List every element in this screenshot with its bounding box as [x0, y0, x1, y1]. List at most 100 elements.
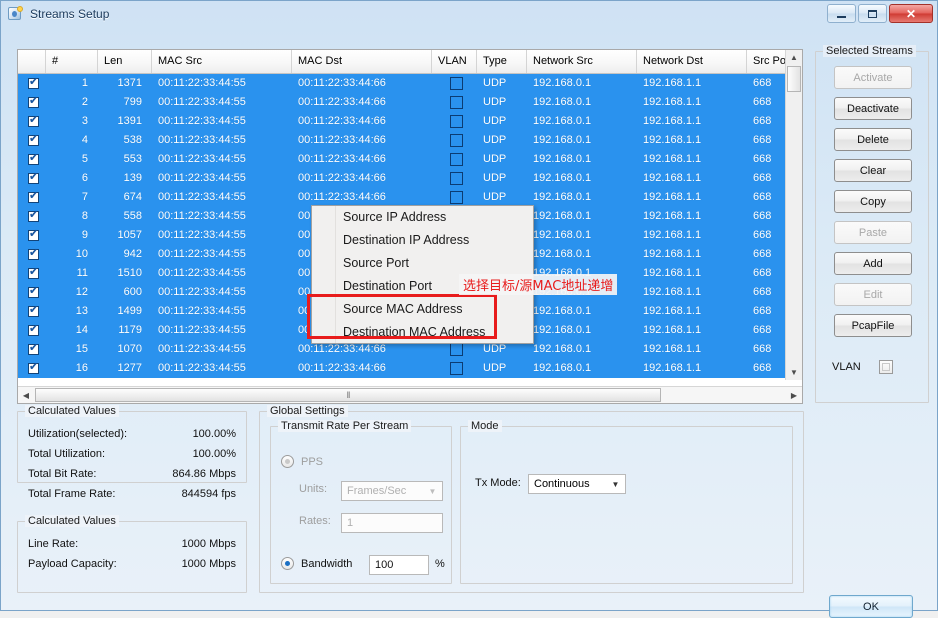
- row-checkbox[interactable]: [28, 75, 39, 89]
- context-menu-item[interactable]: Destination MAC Address: [312, 321, 533, 344]
- chevron-down-icon[interactable]: ▼: [607, 476, 624, 492]
- row-length: 1277: [117, 362, 142, 374]
- sidebar-button-pcapfile[interactable]: PcapFile: [834, 314, 912, 337]
- row-checkbox[interactable]: [28, 113, 39, 127]
- units-combobox[interactable]: Frames/Sec ▼: [341, 481, 443, 501]
- row-vlan-checkbox[interactable]: [450, 152, 463, 166]
- row-checkbox-cell: [18, 93, 46, 112]
- row-length: 1179: [118, 324, 142, 336]
- row-network-dst: 192.168.1.1: [643, 362, 702, 374]
- row-network-dst: 192.168.1.1: [643, 229, 702, 241]
- column-header-type[interactable]: Type: [477, 50, 527, 73]
- row-network-src: 192.168.0.1: [533, 134, 592, 146]
- rates-input[interactable]: 1: [341, 513, 443, 533]
- metric-label: Total Bit Rate:: [28, 468, 97, 480]
- row-checkbox[interactable]: [28, 284, 39, 298]
- column-header-check[interactable]: [18, 50, 46, 73]
- sidebar-vlan-label: VLAN: [832, 361, 861, 373]
- horizontal-scrollbar[interactable]: ◀ ‖ ▶: [18, 386, 802, 403]
- row-vlan-checkbox[interactable]: [450, 361, 463, 375]
- row-vlan-checkbox[interactable]: [450, 95, 463, 109]
- metric-label: Payload Capacity:: [28, 558, 117, 570]
- table-row[interactable]: 16 1277 00:11:22:33:44:55 00:11:22:33:44:66…: [18, 359, 802, 378]
- row-checkbox[interactable]: [28, 360, 39, 374]
- tx-mode-label-row: Tx Mode:: [475, 477, 521, 489]
- vertical-scroll-thumb[interactable]: [787, 66, 801, 92]
- sidebar-button-deactivate[interactable]: Deactivate: [834, 97, 912, 120]
- row-vlan-checkbox[interactable]: [450, 114, 463, 128]
- tx-mode-value: Continuous: [534, 478, 590, 490]
- row-checkbox[interactable]: [28, 208, 39, 222]
- chevron-down-icon[interactable]: ▼: [424, 483, 441, 499]
- column-header-network-src[interactable]: Network Src: [527, 50, 637, 73]
- column-header-vlan[interactable]: VLAN: [432, 50, 477, 73]
- row-vlan-checkbox[interactable]: [450, 171, 463, 185]
- row-vlan-checkbox[interactable]: [450, 76, 463, 90]
- row-checkbox[interactable]: [28, 322, 39, 336]
- table-row[interactable]: 4 538 00:11:22:33:44:55 00:11:22:33:44:66 UD…: [18, 131, 802, 150]
- row-mac-src: 00:11:22:33:44:55: [158, 96, 246, 108]
- context-menu-item[interactable]: Source IP Address: [312, 206, 533, 229]
- row-checkbox[interactable]: [28, 227, 39, 241]
- scroll-right-icon[interactable]: ▶: [786, 387, 802, 403]
- sidebar-button-copy[interactable]: Copy: [834, 190, 912, 213]
- row-checkbox[interactable]: [28, 189, 39, 203]
- context-menu-item[interactable]: Source Port: [312, 252, 533, 275]
- tx-mode-label: Tx Mode:: [475, 477, 521, 489]
- pps-radio[interactable]: [281, 455, 294, 468]
- scroll-left-icon[interactable]: ◀: [18, 387, 34, 403]
- maximize-button[interactable]: [858, 4, 887, 23]
- vertical-scrollbar[interactable]: ▲ ▼: [785, 50, 802, 380]
- bandwidth-input[interactable]: 100: [369, 555, 429, 575]
- table-row[interactable]: 6 139 00:11:22:33:44:55 00:11:22:33:44:66 UD…: [18, 169, 802, 188]
- sidebar-button-clear[interactable]: Clear: [834, 159, 912, 182]
- pps-radio-row[interactable]: PPS: [281, 455, 323, 468]
- ok-button[interactable]: OK: [829, 595, 913, 618]
- row-checkbox[interactable]: [28, 170, 39, 184]
- selected-streams-group: Selected Streams Activate Deactivate Delet…: [815, 45, 929, 403]
- table-row[interactable]: 5 553 00:11:22:33:44:55 00:11:22:33:44:66 UD…: [18, 150, 802, 169]
- row-checkbox[interactable]: [28, 94, 39, 108]
- close-button[interactable]: ✕: [889, 4, 933, 23]
- row-network-src: 192.168.0.1: [533, 324, 592, 336]
- row-checkbox[interactable]: [28, 341, 39, 355]
- column-header-len[interactable]: Len: [98, 50, 152, 73]
- column-header-mac-src[interactable]: MAC Src: [152, 50, 292, 73]
- scroll-up-icon[interactable]: ▲: [786, 50, 802, 65]
- tx-mode-combobox[interactable]: Continuous ▼: [528, 474, 626, 494]
- bandwidth-radio[interactable]: [281, 557, 294, 570]
- row-checkbox[interactable]: [28, 303, 39, 317]
- sidebar-vlan-row[interactable]: VLAN: [832, 358, 922, 376]
- column-header-network-dst[interactable]: Network Dst: [637, 50, 747, 73]
- rates-value: 1: [347, 517, 354, 529]
- row-index: 8: [81, 210, 88, 222]
- row-checkbox-cell: [18, 207, 46, 226]
- context-menu-item[interactable]: Source MAC Address: [312, 298, 533, 321]
- table-row[interactable]: 2 799 00:11:22:33:44:55 00:11:22:33:44:66 UD…: [18, 93, 802, 112]
- horizontal-scroll-thumb[interactable]: ‖: [35, 388, 661, 402]
- row-checkbox[interactable]: [28, 246, 39, 260]
- table-row[interactable]: 3 1391 00:11:22:33:44:55 00:11:22:33:44:66 U…: [18, 112, 802, 131]
- mode-legend: Mode: [468, 420, 502, 432]
- bandwidth-radio-row[interactable]: Bandwidth: [281, 557, 352, 570]
- column-header-mac-dst[interactable]: MAC Dst: [292, 50, 432, 73]
- table-header-row: # Len MAC Src MAC Dst VLAN Type Network Src Net…: [18, 50, 802, 74]
- row-network-src: 192.168.0.1: [533, 305, 592, 317]
- row-vlan-checkbox[interactable]: [450, 342, 463, 356]
- row-vlan-checkbox[interactable]: [450, 190, 463, 204]
- scroll-down-icon[interactable]: ▼: [786, 365, 802, 380]
- row-checkbox[interactable]: [28, 132, 39, 146]
- sidebar-vlan-checkbox[interactable]: [878, 360, 893, 374]
- metric-label: Total Utilization:: [28, 448, 106, 460]
- row-checkbox[interactable]: [28, 265, 39, 279]
- row-checkbox[interactable]: [28, 151, 39, 165]
- row-network-dst: 192.168.1.1: [643, 172, 702, 184]
- column-header--[interactable]: #: [46, 50, 98, 73]
- minimize-button[interactable]: [827, 4, 856, 23]
- sidebar-button-add[interactable]: Add: [834, 252, 912, 275]
- table-row[interactable]: 1 1371 00:11:22:33:44:55 00:11:22:33:44:66 U…: [18, 74, 802, 93]
- row-length: 600: [123, 286, 142, 298]
- row-vlan-checkbox[interactable]: [450, 133, 463, 147]
- context-menu-item[interactable]: Destination IP Address: [312, 229, 533, 252]
- sidebar-button-delete[interactable]: Delete: [834, 128, 912, 151]
